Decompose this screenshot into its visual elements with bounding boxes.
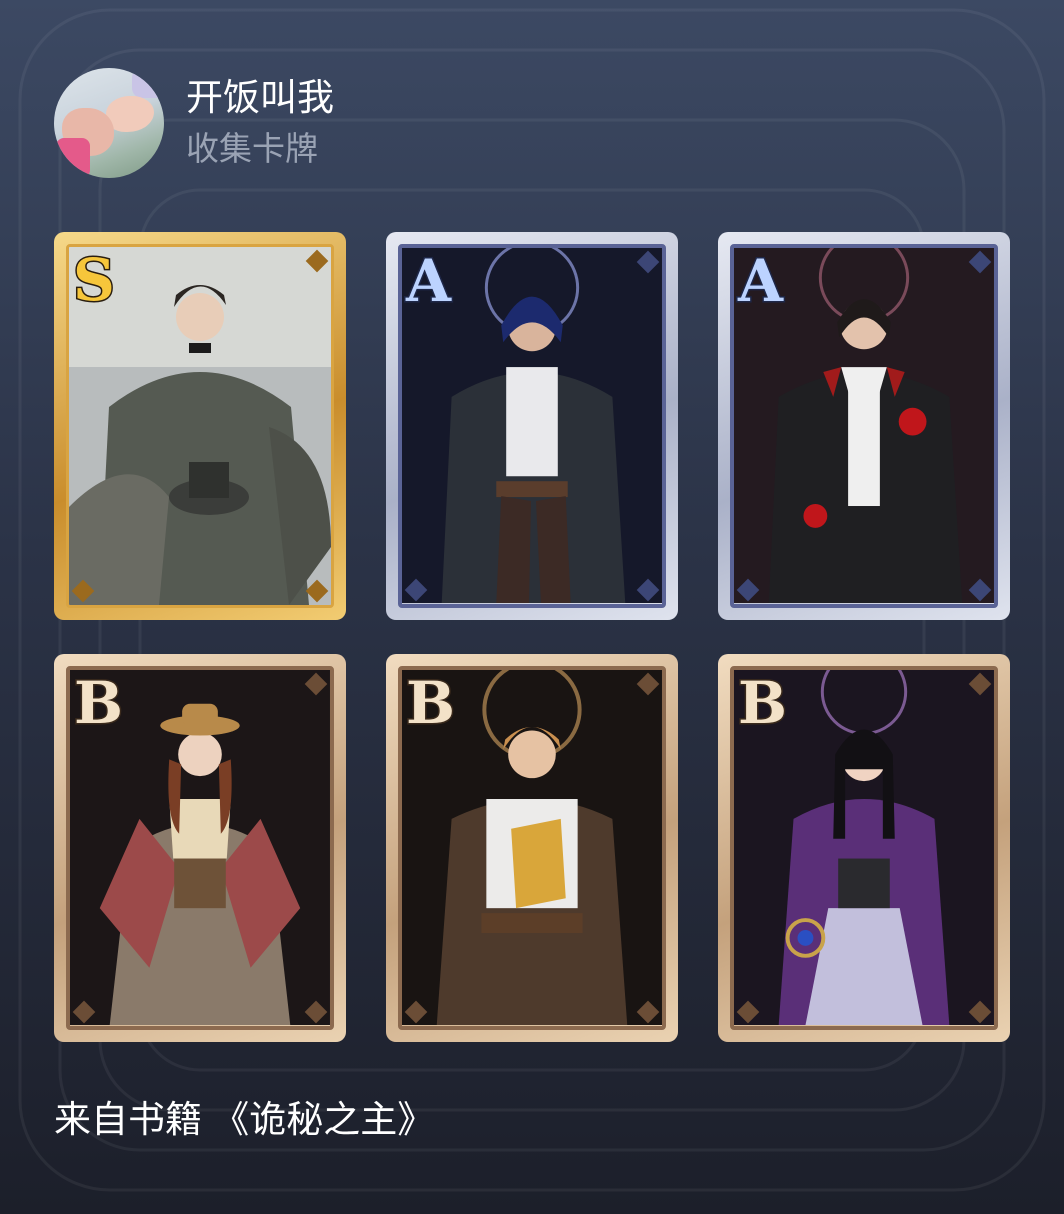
card-3[interactable]: A bbox=[718, 232, 1010, 620]
card-frame: A bbox=[730, 244, 998, 608]
rank-badge: B bbox=[736, 669, 788, 737]
rank-badge: B bbox=[404, 669, 456, 737]
card-frame: B bbox=[730, 666, 998, 1030]
subtitle: 收集卡牌 bbox=[186, 130, 318, 167]
card-6[interactable]: B bbox=[718, 654, 1010, 1042]
book-source-label[interactable]: 来自书籍 《诡秘之主》 bbox=[54, 1094, 434, 1146]
rank-badge: A bbox=[404, 247, 452, 315]
card-frame: B bbox=[398, 666, 666, 1030]
rank-badge: S bbox=[72, 246, 117, 314]
card-frame: B bbox=[66, 666, 334, 1030]
card-1[interactable]: S bbox=[54, 232, 346, 620]
card-frame: A bbox=[398, 244, 666, 608]
card-5[interactable]: B bbox=[386, 654, 678, 1042]
rank-badge: B bbox=[72, 669, 124, 737]
profile-titles: 开饭叫我 收集卡牌 bbox=[186, 75, 334, 171]
card-grid: S A A B B B bbox=[54, 232, 1010, 1042]
avatar[interactable] bbox=[54, 68, 164, 178]
user-name[interactable]: 开饭叫我 bbox=[186, 75, 334, 121]
card-2[interactable]: A bbox=[386, 232, 678, 620]
card-4[interactable]: B bbox=[54, 654, 346, 1042]
rank-badge: A bbox=[736, 247, 784, 315]
card-frame: S bbox=[66, 244, 334, 608]
profile-header: 开饭叫我 收集卡牌 bbox=[54, 68, 334, 178]
